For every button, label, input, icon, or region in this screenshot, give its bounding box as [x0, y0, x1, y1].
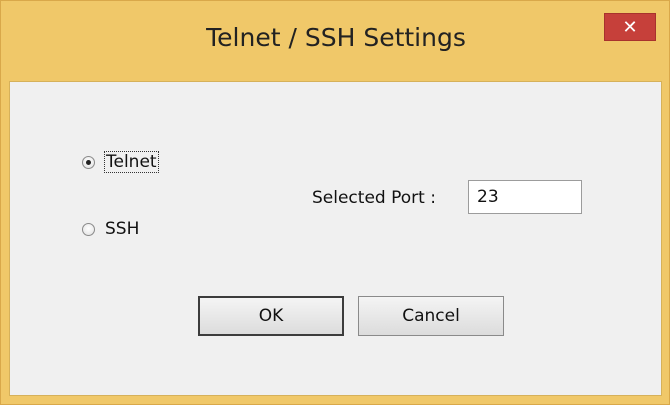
ok-button[interactable]: OK	[198, 296, 344, 336]
ssh-option[interactable]: SSH	[82, 219, 139, 239]
telnet-option[interactable]: Telnet	[82, 151, 159, 173]
dialog-content: Telnet SSH Selected Port : OK Cancel	[9, 81, 662, 396]
selected-port-label: Selected Port :	[312, 188, 436, 208]
title-bar[interactable]: Telnet / SSH Settings ✕	[1, 1, 670, 81]
dialog-window: Telnet / SSH Settings ✕ Telnet SSH Selec…	[0, 0, 670, 405]
telnet-radio[interactable]	[82, 155, 95, 169]
ssh-label[interactable]: SSH	[105, 219, 139, 239]
ssh-radio[interactable]	[82, 222, 95, 236]
close-button[interactable]: ✕	[604, 13, 656, 41]
telnet-label[interactable]: Telnet	[104, 151, 159, 173]
close-icon: ✕	[622, 16, 638, 38]
window-title: Telnet / SSH Settings	[206, 23, 466, 52]
port-input[interactable]	[468, 180, 582, 214]
cancel-button[interactable]: Cancel	[358, 296, 504, 336]
